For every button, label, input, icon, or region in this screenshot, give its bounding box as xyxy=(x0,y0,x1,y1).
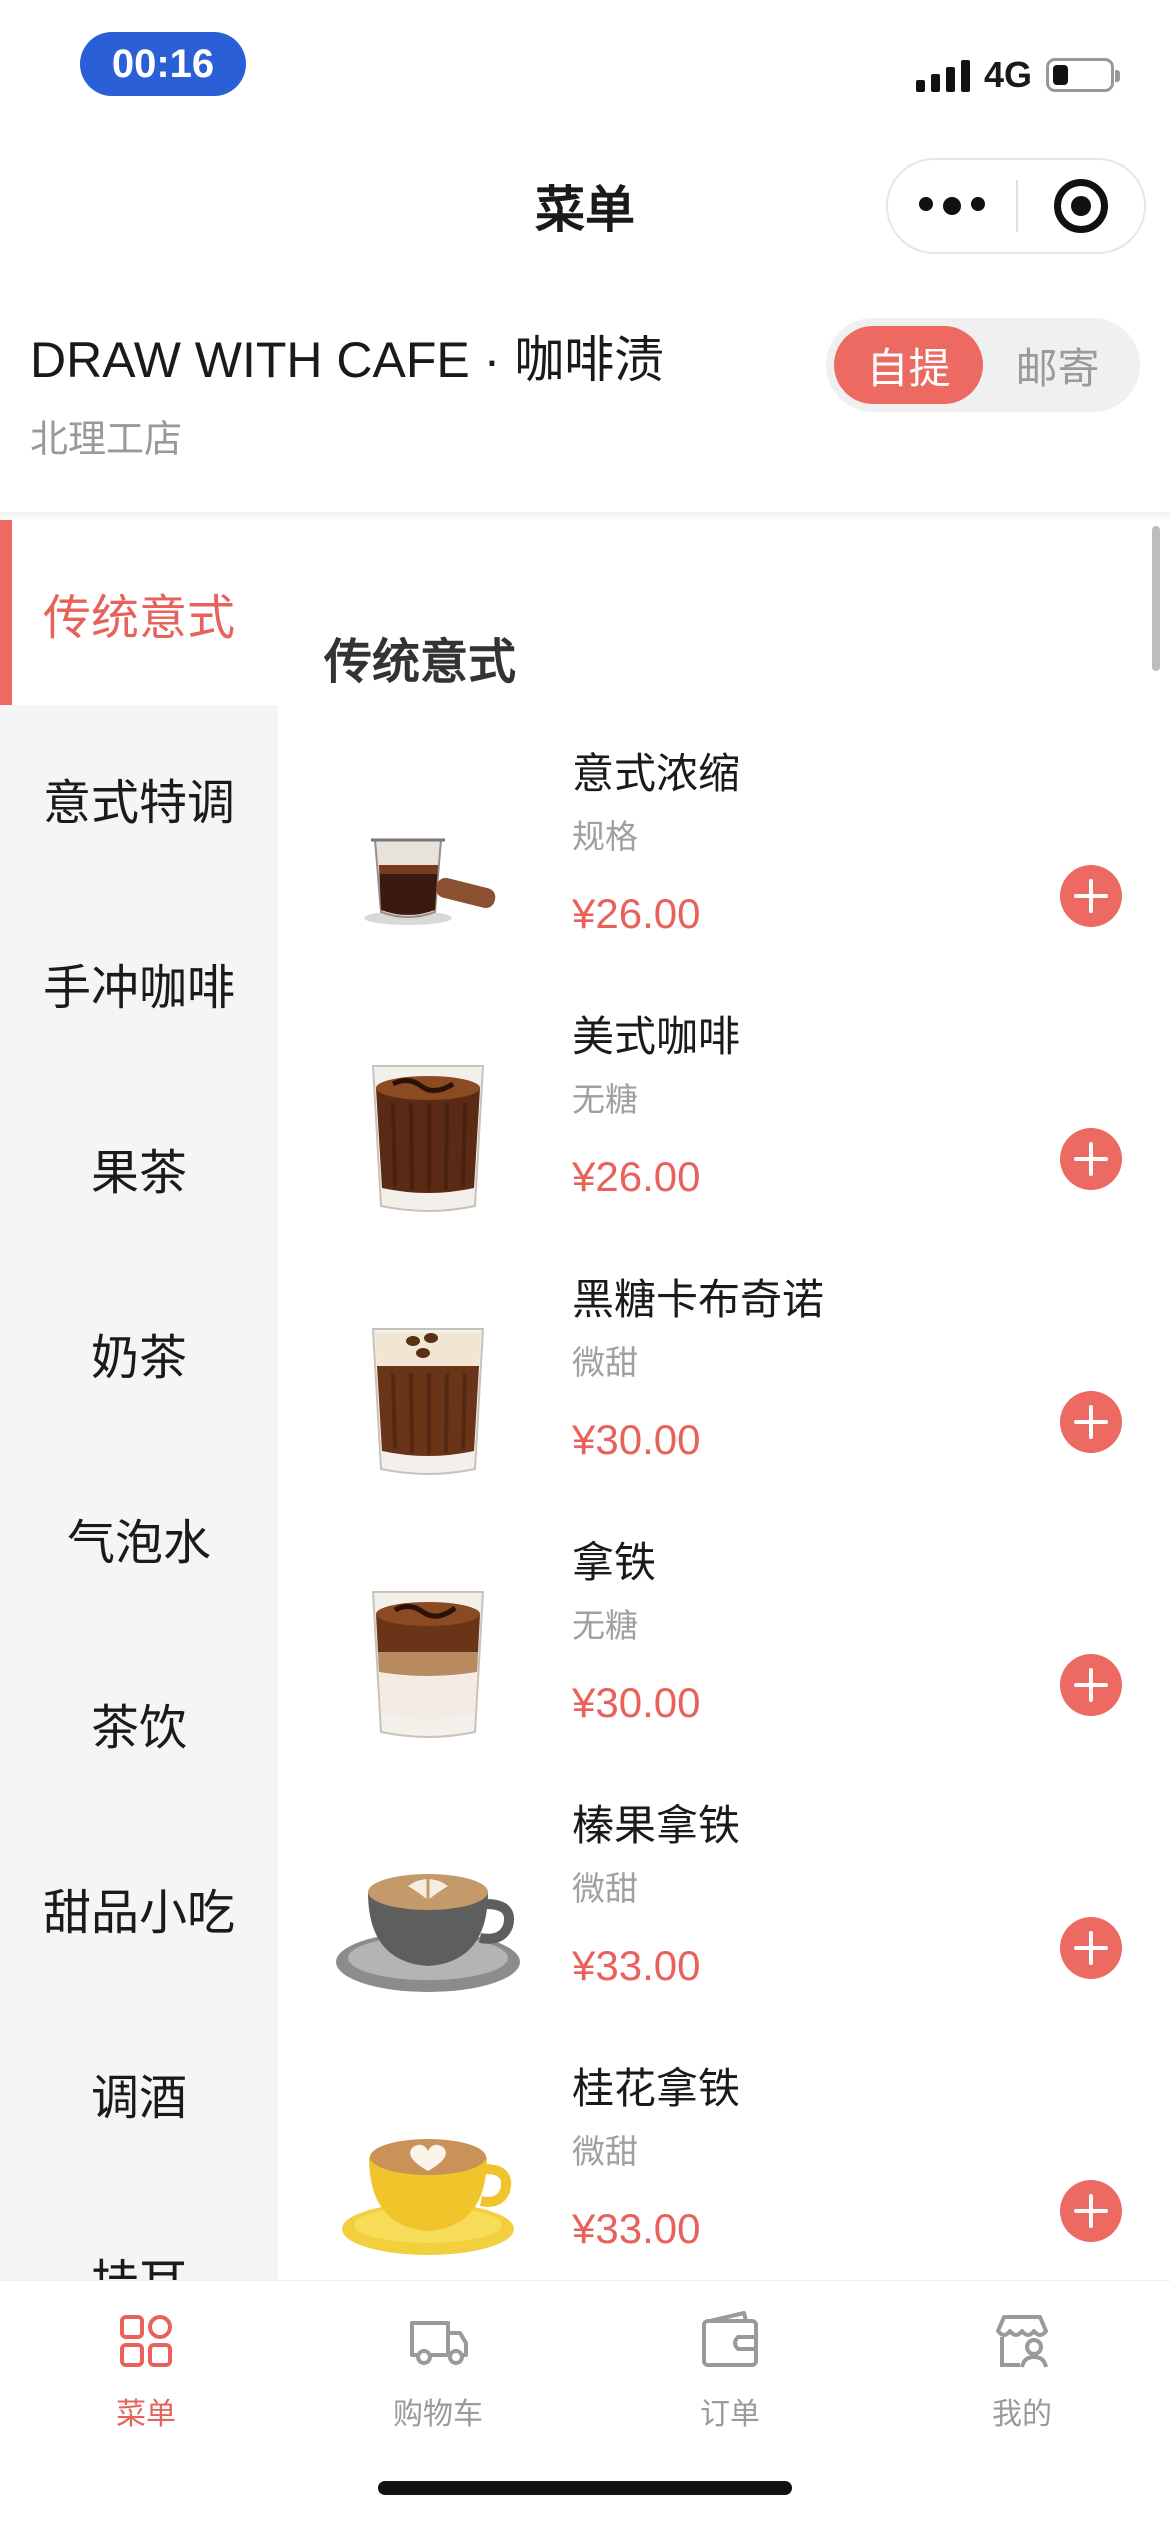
add-to-cart-button[interactable] xyxy=(1060,1391,1122,1453)
category-item[interactable]: 气泡水 xyxy=(0,1445,278,1630)
product-price: ¥26.00 xyxy=(572,890,701,937)
shop-header: DRAW WITH CAFE · 咖啡渍 北理工店 自提 邮寄 xyxy=(0,280,1170,520)
plus-icon xyxy=(1074,1668,1108,1702)
shop-branch[interactable]: 北理工店 xyxy=(30,408,182,463)
espresso-pitcher-image xyxy=(318,760,538,980)
product-price: ¥33.00 xyxy=(572,1942,701,1989)
section-title: 传统意式 xyxy=(324,634,517,690)
add-to-cart-button[interactable] xyxy=(1060,1654,1122,1716)
more-icon[interactable] xyxy=(888,197,1016,215)
signal-icon xyxy=(915,58,970,92)
product-name: 拿铁 xyxy=(572,1538,657,1587)
product-price: ¥30.00 xyxy=(572,1679,701,1726)
category-item[interactable]: 果茶 xyxy=(0,1075,278,1260)
brown-sugar-cappuccino-glass-image xyxy=(318,1286,538,1506)
add-to-cart-button[interactable] xyxy=(1060,865,1122,927)
product-card[interactable]: 美式咖啡 无糖 ¥26.00 xyxy=(278,1003,1170,1266)
add-to-cart-button[interactable] xyxy=(1060,2180,1122,2242)
category-item-active[interactable]: 传统意式 xyxy=(0,520,278,705)
nav-bar: 菜单 xyxy=(0,130,1170,280)
tab-menu[interactable]: 菜单 xyxy=(0,2301,292,2451)
scrollbar[interactable] xyxy=(1152,526,1160,671)
plus-icon xyxy=(1074,1142,1108,1176)
hazelnut-latte-cup-image xyxy=(318,1812,538,2032)
product-price: ¥30.00 xyxy=(572,1416,701,1463)
product-spec: 微甜 xyxy=(572,1869,638,1908)
store-user-icon xyxy=(996,2315,1048,2368)
product-name: 榛果拿铁 xyxy=(572,1801,741,1850)
category-item[interactable]: 意式特调 xyxy=(0,705,278,890)
product-name: 美式咖啡 xyxy=(572,1012,741,1061)
product-card[interactable]: 拿铁 无糖 ¥30.00 xyxy=(278,1529,1170,1792)
menu-grid-icon xyxy=(120,2315,172,2367)
status-icons: 4G xyxy=(915,50,1120,100)
product-price: ¥26.00 xyxy=(572,1153,701,1200)
product-price: ¥33.00 xyxy=(572,2205,701,2252)
product-spec: 规格 xyxy=(572,817,638,856)
shop-name: DRAW WITH CAFE · 咖啡渍 xyxy=(30,332,665,388)
category-item[interactable]: 甜品小吃 xyxy=(0,1815,278,2000)
tab-orders[interactable]: 订单 xyxy=(584,2301,876,2451)
plus-icon xyxy=(1074,1405,1108,1439)
category-item[interactable]: 挂耳 xyxy=(0,2185,278,2281)
product-spec: 微甜 xyxy=(572,1343,638,1382)
status-bar: 00:16 4G xyxy=(0,0,1170,130)
product-card[interactable]: 黑糖卡布奇诺 微甜 ¥30.00 xyxy=(278,1266,1170,1529)
plus-icon xyxy=(1074,2194,1108,2228)
close-target-icon[interactable] xyxy=(1018,179,1144,233)
product-name: 黑糖卡布奇诺 xyxy=(572,1275,825,1324)
battery-icon xyxy=(1046,58,1120,92)
home-indicator[interactable] xyxy=(378,2481,792,2495)
add-to-cart-button[interactable] xyxy=(1060,1128,1122,1190)
tab-profile[interactable]: 我的 xyxy=(876,2301,1168,2451)
mode-delivery-option[interactable]: 邮寄 xyxy=(983,326,1132,404)
pickup-mode-toggle: 自提 邮寄 xyxy=(826,318,1140,412)
miniprogram-capsule xyxy=(886,158,1146,254)
tab-label: 我的 xyxy=(992,2397,1052,2432)
product-spec: 无糖 xyxy=(572,1606,638,1645)
wallet-icon xyxy=(702,2311,758,2367)
tab-cart[interactable]: 购物车 xyxy=(292,2301,584,2451)
category-item[interactable]: 茶饮 xyxy=(0,1630,278,1815)
status-time: 00:16 xyxy=(80,32,246,96)
product-name: 桂花拿铁 xyxy=(572,2064,741,2113)
network-type: 4G xyxy=(983,54,1032,95)
product-spec: 无糖 xyxy=(572,1080,638,1119)
tab-label: 订单 xyxy=(700,2397,760,2432)
category-sidebar: 传统意式 意式特调 手冲咖啡 果茶 奶茶 气泡水 茶饮 甜品小吃 调酒 挂耳 xyxy=(0,520,278,2280)
product-spec: 微甜 xyxy=(572,2132,638,2171)
truck-icon xyxy=(410,2321,468,2365)
osmanthus-latte-cup-image xyxy=(318,2075,538,2280)
product-name: 意式浓缩 xyxy=(572,749,741,798)
product-list[interactable]: 传统意式 意式浓缩 规格 ¥26.00 美式咖啡 无糖 ¥26.00 黑糖卡布奇… xyxy=(278,520,1170,2280)
tab-label: 菜单 xyxy=(116,2397,176,2432)
add-to-cart-button[interactable] xyxy=(1060,1917,1122,1979)
tab-label: 购物车 xyxy=(393,2397,483,2432)
latte-glass-image xyxy=(318,1549,538,1769)
product-card[interactable]: 意式浓缩 规格 ¥26.00 xyxy=(278,740,1170,1003)
mode-pickup-option[interactable]: 自提 xyxy=(834,326,983,404)
americano-glass-image xyxy=(318,1023,538,1243)
category-item[interactable]: 调酒 xyxy=(0,2000,278,2185)
plus-icon xyxy=(1074,879,1108,913)
product-card[interactable]: 榛果拿铁 微甜 ¥33.00 xyxy=(278,1792,1170,2055)
product-card[interactable]: 桂花拿铁 微甜 ¥33.00 xyxy=(278,2055,1170,2280)
category-item[interactable]: 奶茶 xyxy=(0,1260,278,1445)
plus-icon xyxy=(1074,1931,1108,1965)
category-item[interactable]: 手冲咖啡 xyxy=(0,890,278,1075)
